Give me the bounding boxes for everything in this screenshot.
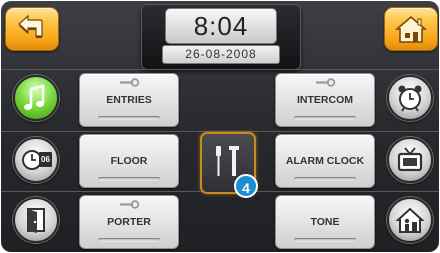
button-slot xyxy=(98,177,160,181)
entries-button[interactable]: ENTRIES xyxy=(79,73,179,127)
home-button[interactable] xyxy=(384,7,438,51)
home-icon xyxy=(394,15,428,43)
clock-calendar-button[interactable]: 06 xyxy=(13,137,59,183)
alarm-button[interactable] xyxy=(387,75,433,121)
alarm-clock-label: ALARM CLOCK xyxy=(285,155,365,167)
tone-label: TONE xyxy=(310,216,340,228)
screen-frame: 8:04 26-08-2008 06 ENTRIES INTERCOM FLOO… xyxy=(1,1,439,252)
wrench-icon xyxy=(120,78,140,87)
current-time: 8:04 xyxy=(165,8,277,44)
tv-button[interactable] xyxy=(387,137,433,183)
intercom-label: INTERCOM xyxy=(297,94,353,106)
entries-label: ENTRIES xyxy=(106,94,152,106)
door-button[interactable] xyxy=(13,197,59,243)
intercom-button[interactable]: INTERCOM xyxy=(275,73,375,127)
house-person-button[interactable] xyxy=(387,197,433,243)
wrench-icon xyxy=(316,78,336,87)
tone-button[interactable]: TONE xyxy=(275,195,375,249)
row-divider xyxy=(1,69,439,70)
alarm-clock-button[interactable]: ALARM CLOCK xyxy=(275,134,375,188)
wrench-icon xyxy=(120,200,140,209)
calendar-day-label: 06 xyxy=(41,155,50,164)
porter-label: PORTER xyxy=(107,216,151,228)
house-person-icon xyxy=(395,207,425,233)
music-note-icon xyxy=(24,84,45,110)
porter-button[interactable]: PORTER xyxy=(79,195,179,249)
alarm-clock-icon xyxy=(398,85,422,112)
step-badge: 4 xyxy=(234,174,258,198)
header-clock-panel: 8:04 26-08-2008 xyxy=(141,4,301,70)
floor-button[interactable]: FLOOR xyxy=(79,134,179,188)
back-button[interactable] xyxy=(5,7,59,51)
back-arrow-icon xyxy=(18,14,43,38)
door-icon xyxy=(27,208,45,233)
button-slot xyxy=(98,116,160,120)
button-slot xyxy=(294,238,356,242)
tv-icon xyxy=(397,147,423,172)
music-button[interactable] xyxy=(13,75,59,121)
button-slot xyxy=(98,238,160,242)
current-date: 26-08-2008 xyxy=(162,45,280,64)
floor-label: FLOOR xyxy=(110,155,148,167)
button-slot xyxy=(294,116,356,120)
button-slot xyxy=(294,177,356,181)
